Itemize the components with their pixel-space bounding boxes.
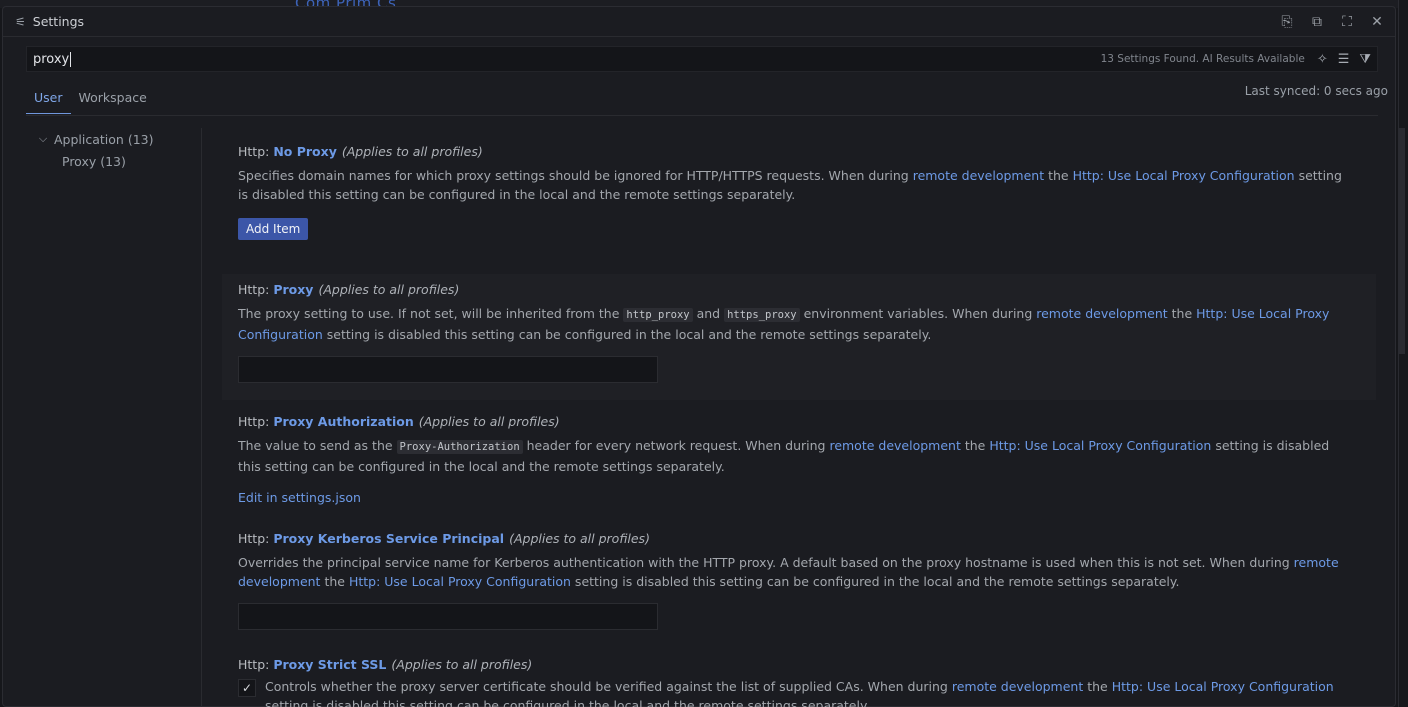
- setting-title: Http: Proxy Strict SSL (Applies to all pr…: [238, 657, 1352, 672]
- setting-proxy: Http: Proxy (Applies to all profiles) The…: [222, 274, 1376, 400]
- setting-key: No Proxy: [273, 144, 337, 159]
- setting-title: Http: Proxy Authorization (Applies to all…: [238, 414, 1352, 429]
- setting-description: The value to send as the Proxy-Authoriza…: [238, 436, 1352, 476]
- desc-text: the: [1167, 306, 1197, 321]
- setting-title: Http: Proxy Kerberos Service Principal (A…: [238, 531, 1352, 546]
- toc-item-proxy[interactable]: Proxy (13): [26, 150, 201, 172]
- setting-scope: (Applies to all profiles): [391, 657, 533, 672]
- setting-description: Controls whether the proxy server certif…: [265, 677, 1352, 707]
- tab-workspace[interactable]: Workspace: [71, 86, 155, 114]
- clear-filter-icon[interactable]: ☰: [1338, 52, 1350, 67]
- setting-proxy-kerberos: Http: Proxy Kerberos Service Principal (A…: [222, 531, 1376, 630]
- setting-title: Http: Proxy (Applies to all profiles): [238, 282, 1352, 297]
- setting-key: Proxy Strict SSL: [273, 657, 387, 672]
- code-http-proxy: http_proxy: [623, 308, 693, 322]
- code-https-proxy: https_proxy: [724, 308, 800, 322]
- use-local-proxy-link[interactable]: Http: Use Local Proxy Configuration: [1112, 679, 1334, 694]
- settings-search-input[interactable]: proxy 13 Settings Found. AI Results Avai…: [26, 46, 1378, 72]
- tabs-divider: [26, 115, 1378, 116]
- setting-category: Http:: [238, 531, 274, 546]
- desc-text: setting is disabled this setting can be …: [570, 574, 1180, 589]
- setting-scope: (Applies to all profiles): [509, 531, 650, 546]
- setting-category: Http:: [238, 144, 274, 159]
- open-json-icon[interactable]: ⎘: [1279, 14, 1295, 30]
- kerberos-input[interactable]: [238, 603, 658, 630]
- settings-list: Http: No Proxy (Applies to all profiles) …: [222, 128, 1376, 707]
- setting-title: Http: No Proxy (Applies to all profiles): [238, 144, 1352, 159]
- setting-category: Http:: [238, 657, 274, 672]
- desc-text: and: [692, 306, 725, 321]
- toc-group-application[interactable]: ⌵ Application (13): [26, 128, 201, 150]
- desc-text: Controls whether the proxy server certif…: [265, 679, 952, 694]
- remote-development-link[interactable]: remote development: [952, 679, 1083, 694]
- toc-item-label: Proxy (13): [62, 153, 126, 169]
- setting-scope: (Applies to all profiles): [318, 282, 460, 297]
- ai-sparkle-icon[interactable]: ✧: [1317, 52, 1328, 67]
- tab-user[interactable]: User: [26, 86, 71, 114]
- desc-text: Specifies domain names for which proxy s…: [238, 168, 913, 183]
- setting-description: Specifies domain names for which proxy s…: [238, 166, 1352, 204]
- settings-titlebar: ⚟ Settings ⎘ ⧉ ⛶ ✕: [3, 7, 1395, 37]
- remote-development-link[interactable]: remote development: [913, 168, 1044, 183]
- maximize-icon[interactable]: ⛶: [1339, 14, 1355, 30]
- desc-text: header for every network request. When d…: [522, 438, 830, 453]
- use-local-proxy-link[interactable]: Http: Use Local Proxy Configuration: [989, 438, 1211, 453]
- setting-key: Proxy Authorization: [273, 414, 414, 429]
- setting-no-proxy: Http: No Proxy (Applies to all profiles) …: [222, 144, 1376, 240]
- code-proxy-authorization: Proxy-Authorization: [396, 440, 523, 454]
- desc-text: Overrides the principal service name for…: [238, 555, 1294, 570]
- strict-ssl-checkbox[interactable]: ✓: [238, 679, 256, 697]
- edit-in-settings-json-link[interactable]: Edit in settings.json: [238, 490, 1352, 505]
- setting-scope: (Applies to all profiles): [418, 414, 560, 429]
- add-item-button[interactable]: Add Item: [238, 218, 309, 240]
- settings-sliders-icon: ⚟: [15, 14, 26, 29]
- settings-scope-tabs: User Workspace: [26, 86, 155, 114]
- setting-scope: (Applies to all profiles): [341, 144, 483, 159]
- remote-development-link[interactable]: remote development: [1036, 306, 1167, 321]
- toc-group-label: Application (13): [54, 131, 154, 147]
- checkmark-icon: ✓: [241, 681, 253, 695]
- sync-status: Last synced: 0 secs ago: [1244, 84, 1388, 98]
- close-icon[interactable]: ✕: [1369, 14, 1385, 30]
- desc-text: setting is disabled this setting can be …: [322, 327, 932, 342]
- remote-development-link[interactable]: remote development: [829, 438, 960, 453]
- use-local-proxy-link[interactable]: Http: Use Local Proxy Configuration: [349, 574, 571, 589]
- settings-title: Settings: [32, 14, 85, 29]
- desc-text: the: [320, 574, 349, 589]
- desc-text: The value to send as the: [238, 438, 397, 453]
- settings-scrollbar[interactable]: [1399, 128, 1405, 354]
- use-local-proxy-link[interactable]: Http: Use Local Proxy Configuration: [1073, 168, 1295, 183]
- proxy-input[interactable]: [238, 356, 658, 383]
- text-caret: [70, 51, 72, 67]
- setting-category: Http:: [238, 414, 274, 429]
- settings-toc: ⌵ Application (13) Proxy (13): [26, 128, 202, 707]
- setting-description: Overrides the principal service name for…: [238, 553, 1352, 591]
- desc-text: the: [1083, 679, 1112, 694]
- split-editor-icon[interactable]: ⧉: [1309, 14, 1325, 30]
- chevron-down-icon: ⌵: [38, 132, 48, 145]
- setting-category: Http:: [238, 282, 274, 297]
- setting-description: The proxy setting to use. If not set, wi…: [238, 304, 1352, 344]
- desc-text: the: [1044, 168, 1073, 183]
- setting-proxy-strict-ssl: Http: Proxy Strict SSL (Applies to all pr…: [222, 657, 1376, 707]
- desc-text: environment variables. When during: [799, 306, 1037, 321]
- setting-proxy-authorization: Http: Proxy Authorization (Applies to all…: [222, 414, 1376, 505]
- filter-icon[interactable]: ⧩: [1359, 52, 1371, 67]
- search-result-count: 13 Settings Found. AI Results Available: [1100, 53, 1305, 65]
- setting-key: Proxy Kerberos Service Principal: [273, 531, 505, 546]
- setting-key: Proxy: [273, 282, 314, 297]
- desc-text: setting is disabled this setting can be …: [265, 698, 870, 707]
- desc-text: The proxy setting to use. If not set, wi…: [238, 306, 624, 321]
- desc-text: the: [960, 438, 990, 453]
- search-value[interactable]: proxy: [33, 52, 69, 67]
